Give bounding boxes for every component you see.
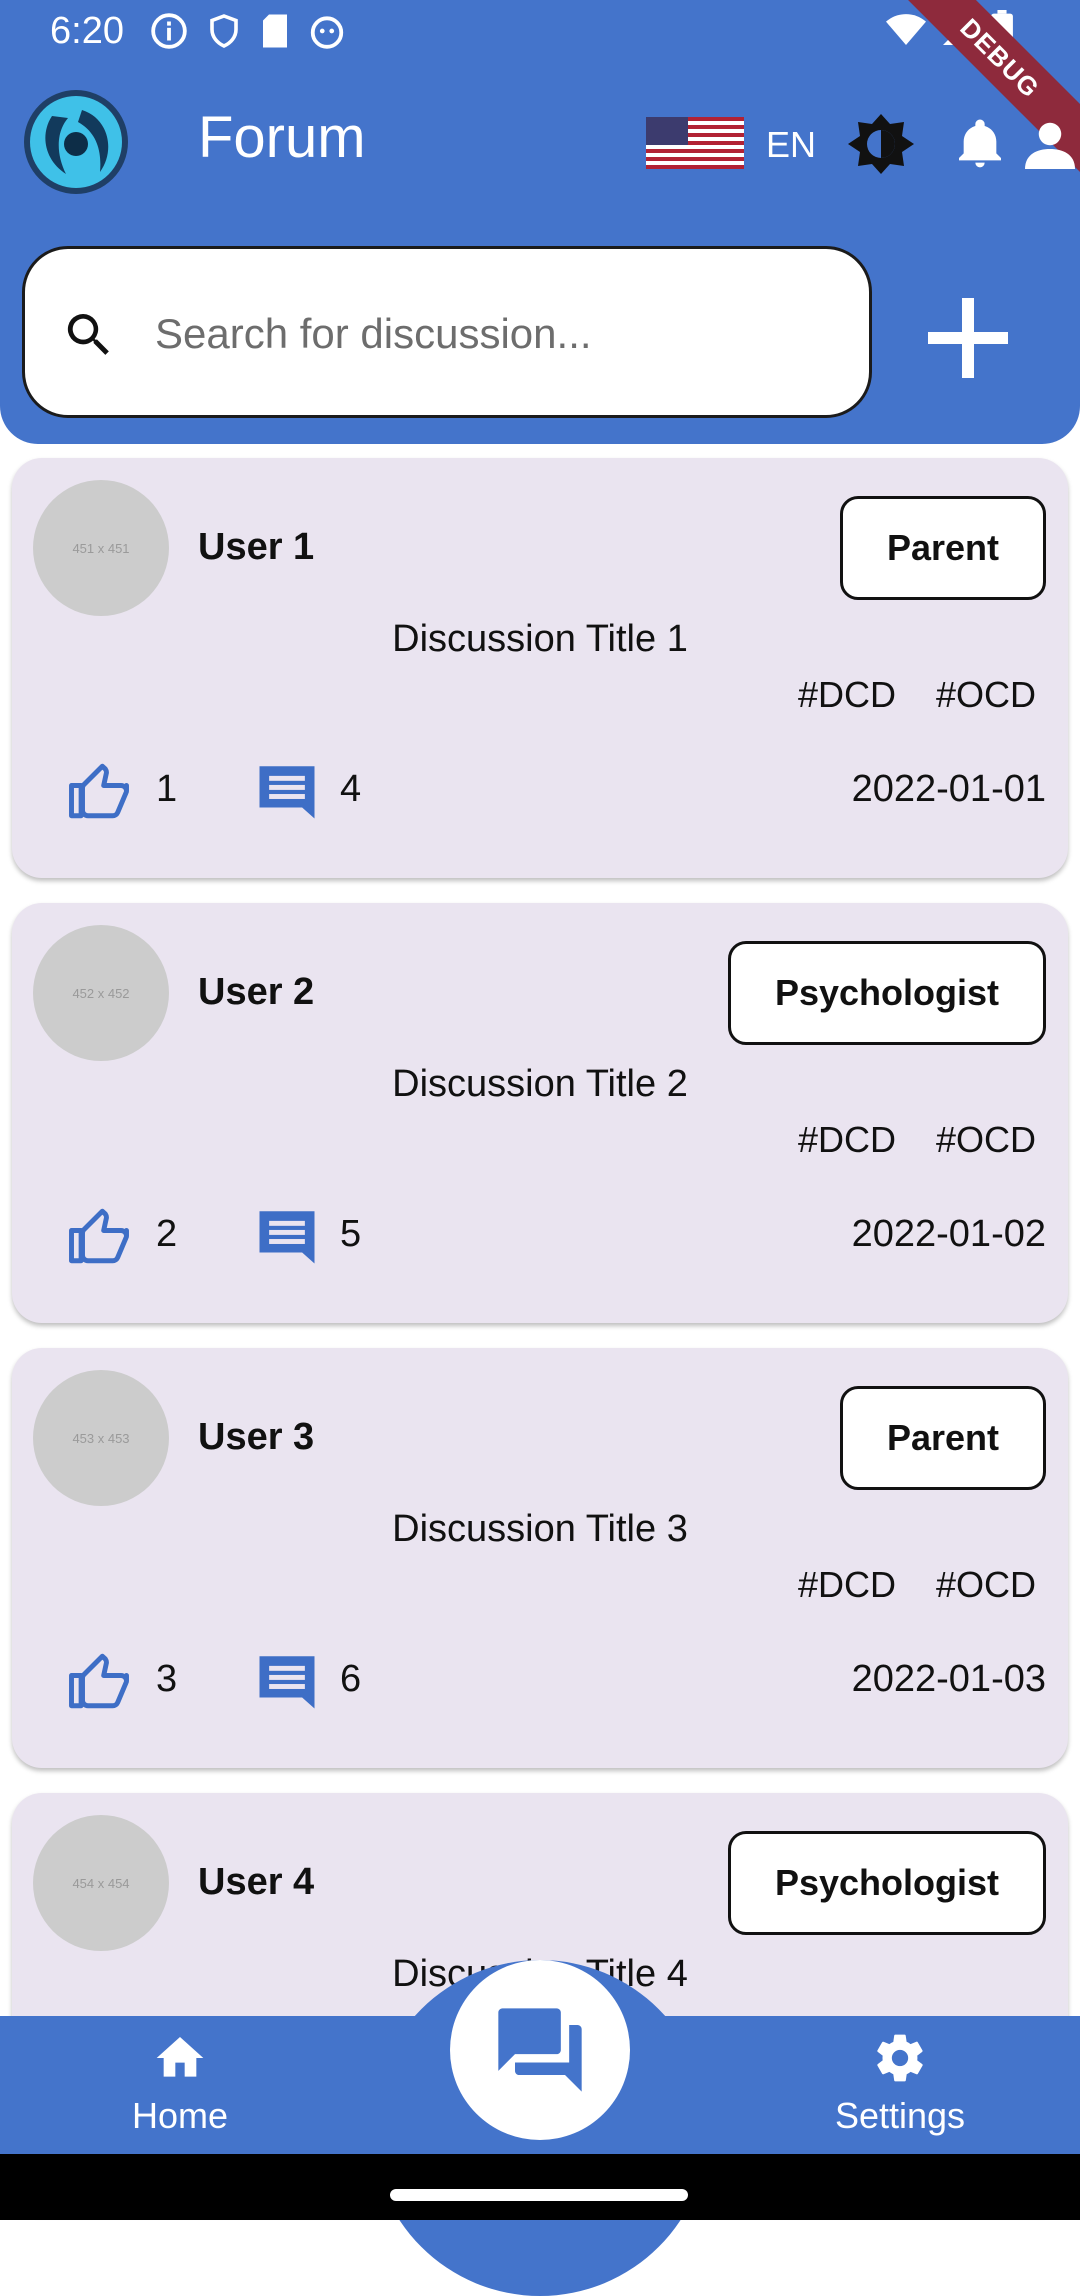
thumb-up-icon[interactable] [66,1203,132,1269]
language-code[interactable]: EN [766,124,816,166]
bell-icon[interactable] [952,116,1008,172]
person-icon[interactable] [1020,114,1080,174]
comment-count: 5 [340,1213,362,1255]
role-badge: Psychologist [727,1831,1046,1935]
cat-icon [310,16,344,49]
discussion-title[interactable]: Discussion Title 2 [12,1063,1068,1106]
wifi-icon [886,14,926,45]
tag[interactable]: #OCD [936,674,1036,716]
comment-icon[interactable] [254,1648,320,1714]
username[interactable]: User 4 [198,1861,314,1904]
role-badge: Psychologist [727,941,1046,1045]
discussion-card[interactable]: 453 x 453 User 3 Parent Discussion Title… [12,1348,1068,1768]
comment-icon[interactable] [254,758,320,824]
shield-icon [210,14,238,48]
comment-count: 4 [340,768,362,810]
discussion-card[interactable]: 452 x 452 User 2 Psychologist Discussion… [12,903,1068,1323]
username[interactable]: User 2 [198,971,314,1014]
nav-settings-label: Settings [834,2095,966,2136]
forum-fab-button[interactable] [450,1960,630,2140]
role-badge: Parent [839,496,1046,600]
like-count: 2 [156,1213,178,1255]
app-title: Forum [198,105,366,170]
avatar[interactable]: 451 x 451 [33,480,169,616]
system-gesture-bar [0,2154,1080,2220]
nav-home-label: Home [131,2095,229,2136]
username[interactable]: User 1 [198,526,314,569]
app-header: 6:20 DEBUG Forum EN [0,0,1080,444]
username[interactable]: User 3 [198,1416,314,1459]
app-logo [24,90,128,194]
like-count: 3 [156,1658,178,1700]
thumb-up-icon[interactable] [66,758,132,824]
search-icon [67,314,109,355]
tag[interactable]: #DCD [798,1564,896,1606]
tag[interactable]: #OCD [936,1564,1036,1606]
tag[interactable]: #OCD [936,1119,1036,1161]
status-time: 6:20 [50,10,124,52]
avatar[interactable]: 454 x 454 [33,1815,169,1951]
plus-icon[interactable] [920,290,1016,386]
tag[interactable]: #DCD [798,1119,896,1161]
avatar[interactable]: 452 x 452 [33,925,169,1061]
like-count: 1 [156,768,178,810]
home-icon [156,2037,204,2077]
nav-home-button[interactable]: Home [80,2030,280,2137]
tag[interactable]: #DCD [798,674,896,716]
discussion-title[interactable]: Discussion Title 1 [12,618,1068,661]
post-date: 2022-01-02 [851,1213,1046,1255]
nav-settings-button[interactable]: Settings [800,2030,1000,2137]
comment-icon[interactable] [254,1203,320,1269]
forum-icon [498,2008,582,2092]
gear-icon [877,2034,923,2082]
thumb-up-icon[interactable] [66,1648,132,1714]
search-input[interactable] [153,285,837,383]
brightness-icon[interactable] [848,114,914,174]
post-date: 2022-01-01 [851,768,1046,810]
comment-count: 6 [340,1658,362,1700]
discussion-title[interactable]: Discussion Title 3 [12,1508,1068,1551]
role-badge: Parent [839,1386,1046,1490]
sd-card-icon [263,14,287,48]
gesture-handle[interactable] [390,2189,688,2201]
info-icon [151,13,187,49]
post-date: 2022-01-03 [851,1658,1046,1700]
discussion-card[interactable]: 451 x 451 User 1 Parent Discussion Title… [12,458,1068,878]
us-flag-icon[interactable] [646,117,744,169]
search-bar[interactable] [22,246,872,418]
avatar[interactable]: 453 x 453 [33,1370,169,1506]
